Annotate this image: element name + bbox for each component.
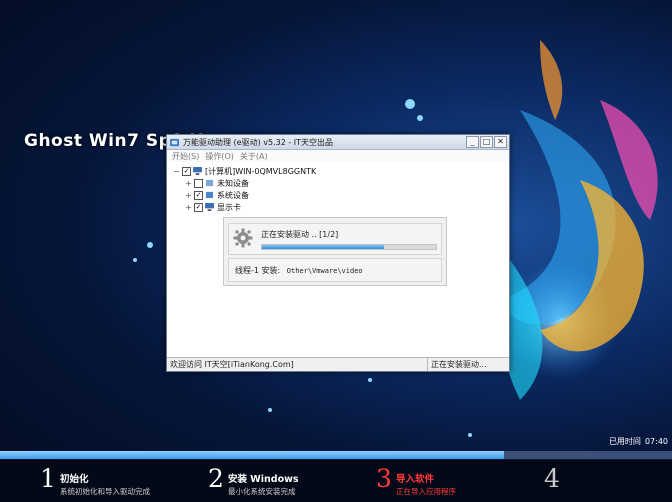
elapsed-value: 07:40 <box>644 437 668 446</box>
monitor-icon <box>205 203 214 211</box>
computer-icon <box>193 167 202 175</box>
collapse-icon[interactable]: − <box>173 167 180 176</box>
menu-about[interactable]: 关于(A) <box>240 151 268 162</box>
setup-steps: 1 初始化 系统初始化和导入驱动完成 2 安装 Windows 最小化系统安装完… <box>0 460 672 502</box>
close-button[interactable]: ✕ <box>494 136 507 148</box>
installing-status: 正在安装驱动 .. [1/2] <box>261 230 339 239</box>
step-label: 导入软件 <box>396 474 435 485</box>
progress-header: 正在安装驱动 .. [1/2] <box>228 223 442 255</box>
maximize-button[interactable]: □ <box>480 136 493 148</box>
unknown-devices-checkbox[interactable] <box>194 178 203 188</box>
window-title: 万能驱动助理 (e驱动) v5.32 - IT天空出品 <box>183 137 334 147</box>
tree-root[interactable]: − ✓ [计算机]WIN-0QMVL8GGNTK <box>173 165 316 177</box>
tree-item-label: 系统设备 <box>217 190 249 200</box>
thread-info: 线程-1 安装: Other\Vmware\video <box>228 258 442 282</box>
system-devices-checkbox[interactable]: ✓ <box>194 190 203 200</box>
tree-item-unknown[interactable]: + 未知设备 <box>173 177 316 189</box>
display-adapters-checkbox[interactable]: ✓ <box>194 202 203 212</box>
root-checkbox[interactable]: ✓ <box>182 166 191 176</box>
driver-progress-bar <box>261 244 437 250</box>
device-tree: − ✓ [计算机]WIN-0QMVL8GGNTK + 未知设备 + ✓ 系统设备… <box>173 165 316 213</box>
elapsed-label: 已用时间 <box>608 437 641 446</box>
menu-operate[interactable]: 操作(O) <box>205 151 234 162</box>
tree-item-label: 显示卡 <box>217 202 241 212</box>
gear-icon <box>233 228 253 248</box>
tree-item-system[interactable]: + ✓ 系统设备 <box>173 189 316 201</box>
minimize-button[interactable]: _ <box>466 136 479 148</box>
status-welcome: 欢迎访问 IT天空[iTianKong.Com] <box>167 358 428 371</box>
device-icon <box>205 179 214 187</box>
driver-assistant-window[interactable]: 万能驱动助理 (e驱动) v5.32 - IT天空出品 _ □ ✕ 开始(S) … <box>166 134 510 372</box>
app-icon <box>170 138 179 146</box>
elapsed-time: 已用时间 07:40 <box>605 436 668 447</box>
install-progress-panel: 正在安装驱动 .. [1/2] 线程-1 安装: Other\Vmware\vi… <box>223 217 447 286</box>
driver-progress-fill <box>262 245 384 249</box>
step-subtitle: 正在导入应用程序 <box>396 487 456 496</box>
overall-progress-fill <box>0 451 504 459</box>
overall-progress-bar <box>0 451 672 459</box>
menu-start[interactable]: 开始(S) <box>172 151 199 162</box>
step-number: 3 <box>376 464 392 493</box>
expand-icon[interactable]: + <box>185 203 192 212</box>
expand-icon[interactable]: + <box>185 179 192 188</box>
status-bar: 欢迎访问 IT天空[iTianKong.Com] 正在安装驱动... <box>167 357 509 371</box>
status-state: 正在安装驱动... <box>431 360 487 369</box>
step-subtitle: 系统初始化和导入驱动完成 <box>60 487 150 496</box>
thread-label: 线程-1 安装: <box>235 266 281 275</box>
step-label: 初始化 <box>60 474 89 485</box>
step-number: 4 <box>544 464 560 493</box>
tree-item-label: 未知设备 <box>217 178 249 188</box>
step-number: 2 <box>208 464 224 493</box>
tree-root-label: [计算机]WIN-0QMVL8GGNTK <box>205 166 317 176</box>
step-number: 1 <box>40 464 56 493</box>
menu-bar: 开始(S) 操作(O) 关于(A) <box>167 150 509 162</box>
step-label: 安装 Windows <box>228 474 299 485</box>
device-icon <box>205 191 214 199</box>
thread-path: Other\Vmware\video <box>286 267 363 275</box>
tree-item-display[interactable]: + ✓ 显示卡 <box>173 201 316 213</box>
expand-icon[interactable]: + <box>185 191 192 200</box>
window-titlebar[interactable]: 万能驱动助理 (e驱动) v5.32 - IT天空出品 _ □ ✕ <box>167 135 509 150</box>
step-subtitle: 最小化系统安装完成 <box>228 487 296 496</box>
